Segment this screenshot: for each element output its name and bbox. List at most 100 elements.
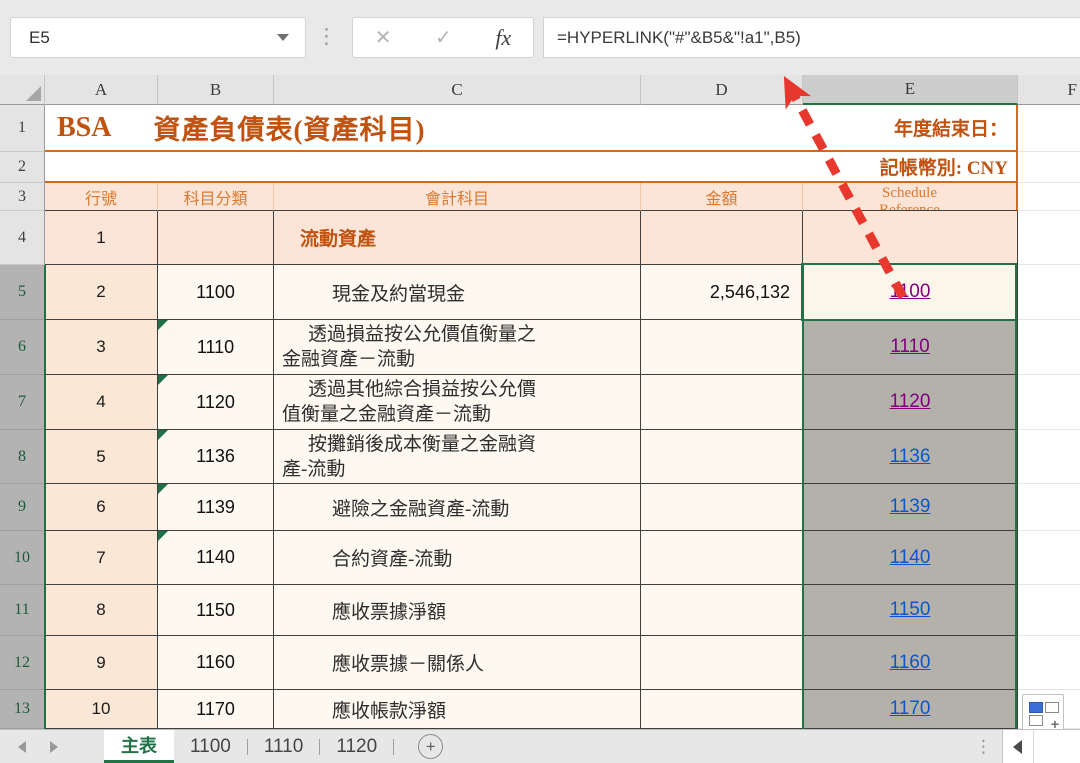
cell-account-name[interactable]: 合約資產-流動: [274, 531, 641, 585]
cell-account-name[interactable]: 透過其他綜合損益按公允價 值衡量之金融資產－流動: [274, 375, 641, 430]
cell-line-no[interactable]: 3: [45, 320, 158, 375]
row-header-9[interactable]: 9: [0, 484, 45, 531]
row-header-5[interactable]: 5: [0, 265, 45, 320]
schedule-hyperlink[interactable]: 1150: [890, 599, 931, 621]
column-header-f[interactable]: F: [1018, 75, 1080, 105]
row-header-11[interactable]: 11: [0, 585, 45, 636]
cell-amount[interactable]: [641, 430, 803, 484]
schedule-hyperlink[interactable]: 1170: [890, 698, 931, 720]
row-header-2[interactable]: 2: [0, 152, 45, 183]
column-header-a[interactable]: A: [45, 75, 158, 105]
cell-amount[interactable]: [641, 690, 803, 729]
cell-f2[interactable]: [1018, 152, 1080, 183]
quick-analysis-button[interactable]: +: [1022, 694, 1064, 734]
cell-category[interactable]: 1120: [158, 375, 274, 430]
cell-account-name[interactable]: 應收票據淨額: [274, 585, 641, 636]
scrollbar-resize-handle[interactable]: ⋮: [975, 737, 992, 757]
horizontal-scrollbar[interactable]: [1002, 729, 1080, 763]
cell-category[interactable]: 1150: [158, 585, 274, 636]
header-category[interactable]: 科目分類: [158, 183, 274, 211]
cell-amount[interactable]: [641, 320, 803, 375]
cell-amount[interactable]: [641, 211, 803, 265]
cell-amount[interactable]: 2,546,132: [641, 265, 803, 320]
cell-schedule[interactable]: 1170: [803, 690, 1018, 729]
cell-line-no[interactable]: 6: [45, 484, 158, 531]
cell-f[interactable]: [1018, 265, 1080, 320]
cell-a2[interactable]: [45, 152, 803, 183]
select-all-corner[interactable]: [0, 75, 45, 105]
cell-category[interactable]: 1136: [158, 430, 274, 484]
cell-schedule[interactable]: 1160: [803, 636, 1018, 690]
cell-account-name[interactable]: 按攤銷後成本衡量之金融資 產-流動: [274, 430, 641, 484]
formula-bar[interactable]: =HYPERLINK("#"&B5&"!a1",B5): [543, 17, 1080, 58]
row-header-1[interactable]: 1: [0, 105, 45, 152]
header-account[interactable]: 會計科目: [274, 183, 641, 211]
cell-f[interactable]: [1018, 636, 1080, 690]
cell-schedule[interactable]: 1136: [803, 430, 1018, 484]
row-header-6[interactable]: 6: [0, 320, 45, 375]
tab-scroll-left-icon[interactable]: [18, 741, 26, 753]
column-header-e-selected[interactable]: E: [803, 75, 1018, 105]
cell-category[interactable]: 1140: [158, 531, 274, 585]
row-header-10[interactable]: 10: [0, 531, 45, 585]
cell-account-name[interactable]: 避險之金融資產-流動: [274, 484, 641, 531]
cell-schedule[interactable]: 1110: [803, 320, 1018, 375]
tab-main-sheet[interactable]: 主表: [104, 730, 174, 763]
header-schedule-reference[interactable]: Schedule Reference: [803, 183, 1018, 211]
cell-account-name[interactable]: 現金及約當現金: [274, 265, 641, 320]
cell-category[interactable]: 1160: [158, 636, 274, 690]
cell-schedule[interactable]: 1120: [803, 375, 1018, 430]
schedule-hyperlink[interactable]: 1136: [890, 446, 931, 468]
cell-line-no[interactable]: 5: [45, 430, 158, 484]
cell-amount[interactable]: [641, 375, 803, 430]
schedule-hyperlink[interactable]: 1100: [890, 281, 931, 303]
column-header-c[interactable]: C: [274, 75, 641, 105]
add-sheet-button[interactable]: +: [418, 734, 443, 759]
cell-line-no[interactable]: 4: [45, 375, 158, 430]
cell-a1-title[interactable]: BSA 資產負債表(資產科目): [45, 105, 803, 152]
cell-line-no[interactable]: 10: [45, 690, 158, 729]
cell-section-name[interactable]: 流動資產: [274, 211, 641, 265]
cell-amount[interactable]: [641, 585, 803, 636]
cell-category[interactable]: [158, 211, 274, 265]
header-line-no[interactable]: 行號: [45, 183, 158, 211]
cell-line-no[interactable]: 7: [45, 531, 158, 585]
cell-schedule[interactable]: 1150: [803, 585, 1018, 636]
row-header-12[interactable]: 12: [0, 636, 45, 690]
cell-line-no[interactable]: 1: [45, 211, 158, 265]
schedule-hyperlink[interactable]: 1160: [890, 652, 931, 674]
cancel-icon[interactable]: ✕: [375, 25, 392, 50]
cell-f[interactable]: [1018, 531, 1080, 585]
cell-line-no[interactable]: 9: [45, 636, 158, 690]
cell-line-no[interactable]: 8: [45, 585, 158, 636]
schedule-hyperlink[interactable]: 1140: [890, 547, 931, 569]
cell-line-no[interactable]: 2: [45, 265, 158, 320]
cell-category[interactable]: 1110: [158, 320, 274, 375]
column-header-b[interactable]: B: [158, 75, 274, 105]
cell-f[interactable]: [1018, 585, 1080, 636]
cell-account-name[interactable]: 應收帳款淨額: [274, 690, 641, 729]
cell-category[interactable]: 1100: [158, 265, 274, 320]
scroll-left-arrow-icon[interactable]: [1013, 740, 1022, 754]
schedule-hyperlink[interactable]: 1139: [890, 496, 931, 518]
row-header-8[interactable]: 8: [0, 430, 45, 484]
cell-f[interactable]: [1018, 320, 1080, 375]
cell-e1-year-end-label[interactable]: 年度結束日：: [803, 105, 1018, 152]
row-header-3[interactable]: 3: [0, 183, 45, 211]
name-box[interactable]: E5: [10, 17, 306, 58]
cell-schedule-active[interactable]: 1100: [803, 265, 1018, 320]
header-amount[interactable]: 金額: [641, 183, 803, 211]
chevron-down-icon[interactable]: [277, 34, 289, 41]
cell-f[interactable]: [1018, 430, 1080, 484]
toolbar-divider-handle[interactable]: ⋮: [316, 22, 337, 52]
insert-function-icon[interactable]: fx: [495, 25, 511, 51]
tab-scroll-right-icon[interactable]: [50, 741, 58, 753]
cell-f[interactable]: [1018, 375, 1080, 430]
cell-category[interactable]: 1139: [158, 484, 274, 531]
cell-schedule[interactable]: 1139: [803, 484, 1018, 531]
enter-icon[interactable]: ✓: [435, 25, 452, 50]
cell-amount[interactable]: [641, 531, 803, 585]
schedule-hyperlink[interactable]: 1120: [890, 391, 931, 413]
cell-schedule[interactable]: 1140: [803, 531, 1018, 585]
cell-account-name[interactable]: 透過損益按公允價值衡量之 金融資產－流動: [274, 320, 641, 375]
